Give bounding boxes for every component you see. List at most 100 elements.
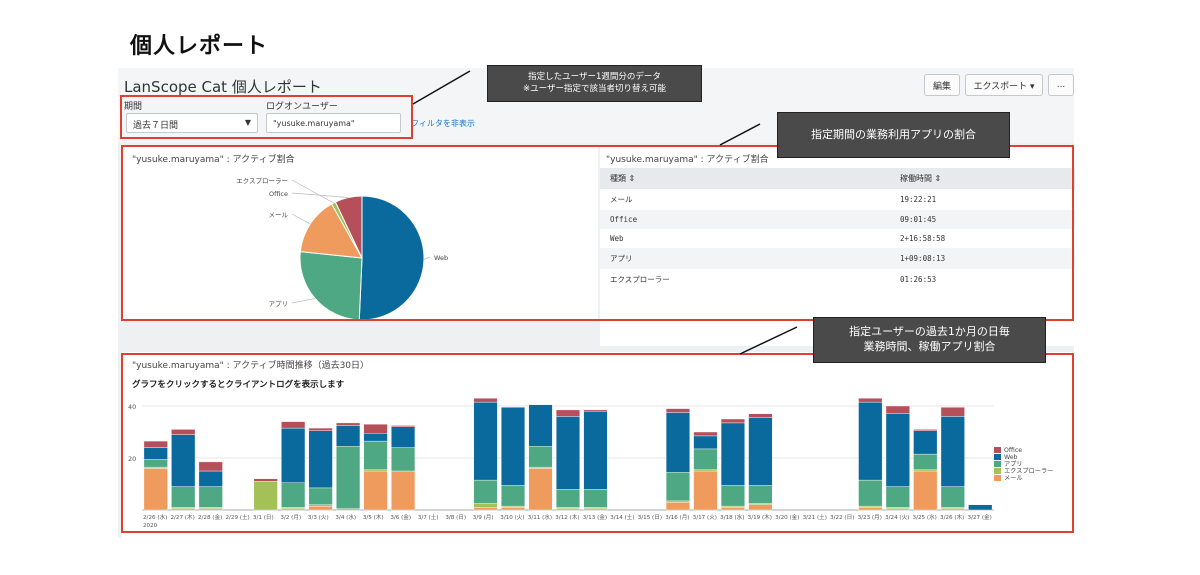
bar-segment[interactable] <box>198 486 223 508</box>
bar-segment[interactable] <box>143 447 168 460</box>
bar-segment[interactable] <box>528 468 553 511</box>
bar-segment[interactable] <box>885 413 910 487</box>
bar-segment[interactable] <box>501 507 526 511</box>
bar-segment[interactable] <box>336 425 361 447</box>
legend-label[interactable]: アプリ <box>1004 461 1023 468</box>
bar-segment[interactable] <box>528 446 553 468</box>
bar-segment[interactable] <box>693 470 718 511</box>
legend-label[interactable]: Office <box>1004 447 1022 454</box>
bar-segment[interactable] <box>253 478 278 482</box>
bar-segment[interactable] <box>665 501 690 511</box>
bar-segment[interactable] <box>473 507 498 511</box>
bar-segment[interactable] <box>583 488 608 508</box>
bar-segment[interactable] <box>913 453 938 470</box>
bar-segment[interactable] <box>336 446 361 509</box>
bar-segment[interactable] <box>913 429 938 431</box>
bar-segment[interactable] <box>308 505 333 511</box>
bar-segment[interactable] <box>363 423 388 434</box>
bar-segment[interactable] <box>308 427 333 431</box>
table-row[interactable]: エクスプローラー 01:26:53 <box>600 269 1075 290</box>
bar-segment[interactable] <box>968 504 993 511</box>
export-button[interactable]: エクスポート ▾ <box>965 74 1043 96</box>
bar-segment[interactable] <box>143 459 168 468</box>
bar-segment[interactable] <box>308 487 333 505</box>
bar-segment[interactable] <box>665 408 690 413</box>
bar-segment[interactable] <box>198 461 223 472</box>
bar-segment[interactable] <box>858 401 883 481</box>
bar-segment[interactable] <box>748 413 773 418</box>
bar-segment[interactable] <box>171 434 196 487</box>
table-row[interactable]: Office 09:01:45 <box>600 210 1075 229</box>
bar-segment[interactable] <box>665 412 690 473</box>
bar-segment[interactable] <box>913 470 938 511</box>
bar-segment[interactable] <box>693 448 718 470</box>
table-row[interactable]: アプリ 1+09:08:13 <box>600 248 1075 269</box>
bar-segment[interactable] <box>940 486 965 508</box>
bar-segment[interactable] <box>885 486 910 508</box>
bar-segment[interactable] <box>748 417 773 486</box>
bar-segment[interactable] <box>281 421 306 429</box>
bar-segment[interactable] <box>583 409 608 412</box>
column-header-time[interactable]: 稼働時間 ⇕ <box>890 168 1075 189</box>
more-button[interactable]: ... <box>1048 74 1074 96</box>
column-header-type[interactable]: 種類 ⇕ <box>600 168 890 189</box>
bar-segment[interactable] <box>473 479 498 504</box>
bar-segment[interactable] <box>473 503 498 508</box>
bar-segment[interactable] <box>198 470 223 487</box>
bar-segment[interactable] <box>281 427 306 483</box>
bar-segment[interactable] <box>308 430 333 489</box>
bar-segment[interactable] <box>748 485 773 504</box>
bar-segment[interactable] <box>693 431 718 437</box>
bar-segment[interactable] <box>473 398 498 403</box>
bar-segment[interactable] <box>885 405 910 415</box>
user-input[interactable]: "yusuke.maruyama" <box>266 113 401 133</box>
bar-segment[interactable] <box>720 507 745 511</box>
pie-slice[interactable] <box>358 195 425 320</box>
bar-segment[interactable] <box>720 485 745 507</box>
bar-segment[interactable] <box>253 481 278 511</box>
bar-segment[interactable] <box>143 440 168 448</box>
bar-segment[interactable] <box>501 485 526 507</box>
table-row[interactable]: メール 19:22:21 <box>600 189 1075 210</box>
bar-chart[interactable]: 40 20 2/26 (水) 2/27 (木) 2/28 (金) 2/29 (土) 3/1 … <box>122 352 1074 538</box>
bar-segment[interactable] <box>336 422 361 426</box>
bar-segment[interactable] <box>363 433 388 442</box>
bar-segment[interactable] <box>583 411 608 490</box>
bar-segment[interactable] <box>858 398 883 403</box>
bar-segment[interactable] <box>391 425 416 427</box>
bar-segment[interactable] <box>501 407 526 486</box>
pie-chart[interactable]: Web アプリ メール エクスプローラー Office <box>122 146 598 320</box>
bar-segment[interactable] <box>720 418 745 424</box>
bar-segment[interactable] <box>665 472 690 502</box>
bar-segment[interactable] <box>171 429 196 435</box>
bar-segment[interactable] <box>391 470 416 511</box>
table-row[interactable]: Web 2+16:58:58 <box>600 229 1075 248</box>
bar-segment[interactable] <box>913 430 938 455</box>
bar-segment[interactable] <box>391 447 416 472</box>
bar-segment[interactable] <box>391 426 416 448</box>
legend-label[interactable]: エクスプローラー <box>1004 468 1053 475</box>
period-select[interactable]: 過去７日間 ▼ <box>126 113 258 133</box>
edit-button[interactable]: 編集 <box>924 74 960 96</box>
bar-segment[interactable] <box>555 409 581 417</box>
bar-segment[interactable] <box>171 486 196 508</box>
bar-segment[interactable] <box>281 482 306 508</box>
bar-segment[interactable] <box>555 488 581 508</box>
pie-slice[interactable] <box>299 251 363 320</box>
bar-segment[interactable] <box>363 440 388 470</box>
bar-segment[interactable] <box>940 407 965 417</box>
bar-segment[interactable] <box>940 416 965 487</box>
bar-segment[interactable] <box>143 468 168 511</box>
bar-segment[interactable] <box>528 404 553 447</box>
bar-segment[interactable] <box>858 507 883 511</box>
legend-label[interactable]: メール <box>1004 475 1023 482</box>
bar-segment[interactable] <box>363 470 388 511</box>
bar-segment[interactable] <box>555 416 581 490</box>
bar-segment[interactable] <box>693 435 718 450</box>
bar-segment[interactable] <box>748 504 773 511</box>
bar-segment[interactable] <box>473 401 498 481</box>
bar-segment[interactable] <box>858 479 883 507</box>
bar-segment[interactable] <box>720 422 745 486</box>
legend-label[interactable]: Web <box>1004 454 1018 461</box>
hide-filter-link[interactable]: フィルタを非表示 <box>411 118 475 129</box>
